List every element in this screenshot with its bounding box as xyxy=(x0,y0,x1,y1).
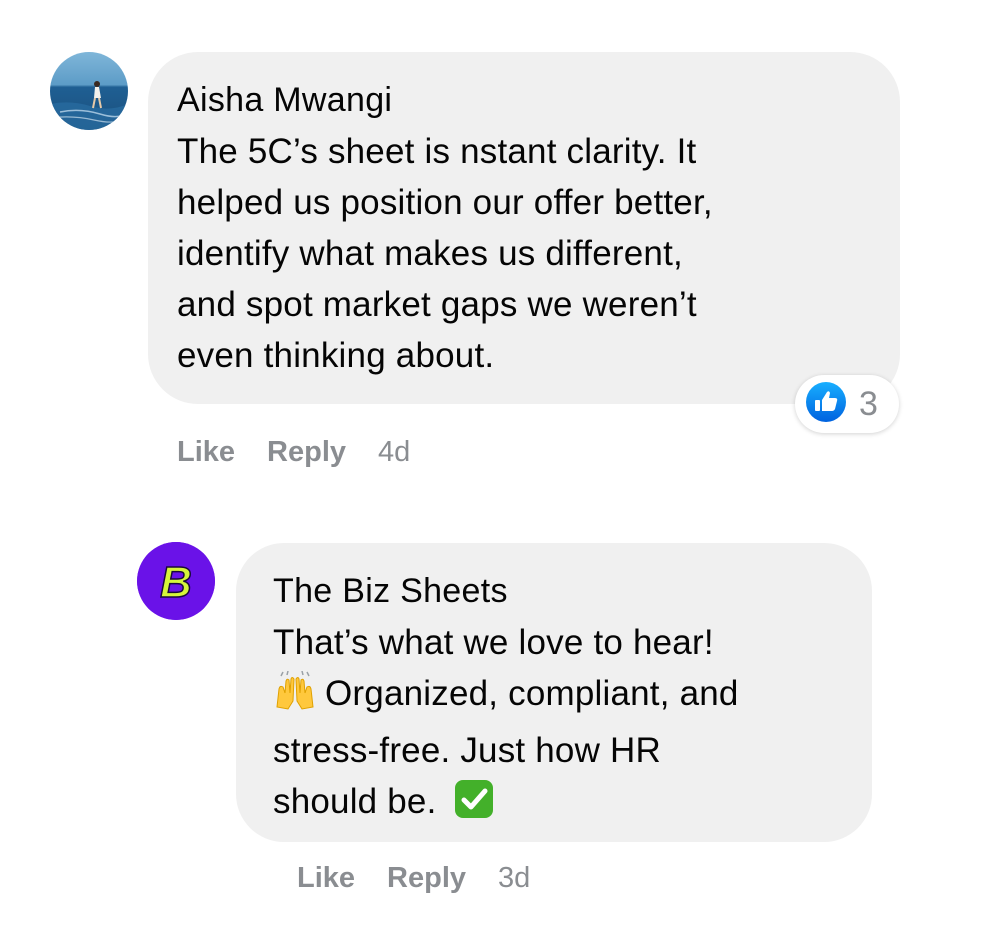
comment-text-line: identify what makes us different, xyxy=(177,234,683,273)
reply-text-line-with-emoji: Organized, compliant, and xyxy=(273,668,872,725)
reply-text-line: That’s what we love to hear! xyxy=(273,623,714,662)
reply-bubble: The Biz Sheets That’s what we love to he… xyxy=(236,543,872,842)
reply-text: That’s what we love to hear! Organized, … xyxy=(273,617,872,833)
reply-author-avatar[interactable]: B xyxy=(137,542,215,620)
check-mark-button-icon xyxy=(454,779,494,833)
like-thumbs-up-icon xyxy=(805,381,847,428)
reaction-count: 3 xyxy=(859,384,878,423)
commenter-avatar[interactable] xyxy=(50,52,128,130)
reply-button[interactable]: Reply xyxy=(267,436,346,469)
reply-text-line: Organized, compliant, and xyxy=(325,674,739,713)
comment-text-line: and spot market gaps we weren’t xyxy=(177,285,697,324)
reply-author-name[interactable]: The Biz Sheets xyxy=(273,571,872,611)
raising-hands-icon xyxy=(273,670,317,725)
comment-timestamp[interactable]: 4d xyxy=(378,436,410,469)
comment-text-line: helped us position our offer better, xyxy=(177,183,713,222)
brand-logo-letter: B xyxy=(160,558,192,607)
reply-button[interactable]: Reply xyxy=(387,862,466,895)
reply-text-line: should be. xyxy=(273,782,437,821)
comment-author-name[interactable]: Aisha Mwangi xyxy=(177,80,900,120)
comment-text-line: The 5C’s sheet is nstant clarity. It xyxy=(177,132,697,171)
comment-text-line: even thinking about. xyxy=(177,336,495,375)
reply-actions: Like Reply 3d xyxy=(297,862,530,895)
like-button[interactable]: Like xyxy=(177,436,235,469)
reply-text-line-with-emoji: should be. xyxy=(273,776,872,833)
reaction-summary[interactable]: 3 xyxy=(795,375,899,433)
reply-text-line: stress-free. Just how HR xyxy=(273,731,661,770)
comment-text: The 5C’s sheet is nstant clarity. It hel… xyxy=(177,126,900,381)
reply-timestamp[interactable]: 3d xyxy=(498,862,530,895)
like-button[interactable]: Like xyxy=(297,862,355,895)
comment-bubble: Aisha Mwangi The 5C’s sheet is nstant cl… xyxy=(148,52,900,404)
comment-actions: Like Reply 4d xyxy=(177,436,410,469)
